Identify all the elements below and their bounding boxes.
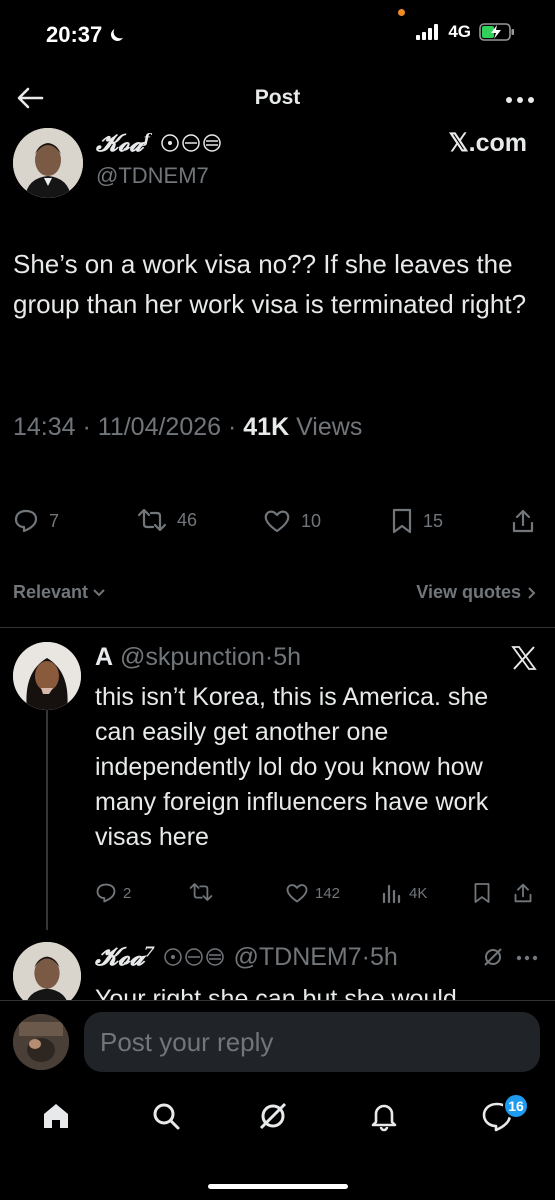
- source-label: 𝕏.com: [448, 129, 528, 157]
- reply2-text: Your right she can but she would: [95, 985, 457, 1000]
- post-actions: 7 46 10 15: [13, 508, 543, 538]
- reply-input[interactable]: Post your reply: [84, 1012, 540, 1072]
- network-label: 4G: [448, 22, 471, 41]
- views-label: Views: [289, 413, 363, 441]
- grok-icon: [259, 1102, 287, 1130]
- status-indicators: 4G: [416, 22, 515, 42]
- reply-button[interactable]: 7: [13, 508, 59, 534]
- share-button[interactable]: [511, 508, 535, 534]
- avatar-image: [13, 1014, 69, 1070]
- x-logo-icon: [511, 646, 537, 670]
- reply2-author-handle[interactable]: @TDNEM7: [233, 943, 361, 971]
- repost-count: 46: [177, 509, 198, 530]
- reply-like-count: 142: [315, 884, 341, 902]
- bookmark-count: 15: [423, 510, 444, 531]
- reply-author-handle[interactable]: @skpunction: [120, 643, 265, 671]
- more-icon: [506, 97, 534, 103]
- heart-icon: [264, 510, 290, 533]
- bookmark-icon: [392, 508, 412, 534]
- page-title: Post: [254, 86, 301, 109]
- search-icon: [153, 1103, 180, 1130]
- author-handle[interactable]: @TDNEM7: [96, 163, 209, 189]
- reply-reply-button[interactable]: 2: [95, 882, 131, 904]
- reply-views-count: 4K: [409, 884, 428, 902]
- chevron-right-icon: [528, 586, 536, 599]
- reply-like-button[interactable]: 142: [285, 882, 340, 904]
- clock-text: 20:37: [46, 22, 103, 47]
- post-timestamp: 14:34 · 11/04/2026 ·: [13, 413, 244, 441]
- bottom-nav: [0, 1090, 555, 1150]
- like-button[interactable]: 10: [263, 508, 321, 534]
- repost-icon: [189, 883, 213, 901]
- avatar-image: [13, 642, 81, 710]
- share-icon: [512, 509, 534, 533]
- grok-icon: [484, 948, 502, 966]
- reply2-time: ·5h: [361, 942, 398, 971]
- my-avatar[interactable]: [13, 1014, 69, 1070]
- repost-icon: [137, 508, 167, 532]
- battery-charging-icon: [479, 23, 514, 41]
- repost-button[interactable]: 46: [137, 508, 197, 532]
- post-meta: 14:34 · 11/04/2026 · 41K Views: [13, 413, 362, 442]
- reply-header: A @skpunction·5h: [95, 643, 301, 672]
- reply-icon: [96, 883, 116, 903]
- reply2-more-button[interactable]: [516, 955, 538, 961]
- reply-share-button[interactable]: [513, 882, 533, 904]
- signal-icon: [416, 24, 439, 40]
- reply-author-name[interactable]: A: [95, 643, 113, 671]
- reply-time: ·5h: [264, 643, 302, 671]
- like-count: 10: [301, 510, 322, 531]
- reply2-header: 𝓚𝓸𝓪⁷ @TDNEM7·5h: [95, 942, 398, 972]
- reply-input-placeholder: Post your reply: [100, 1026, 274, 1057]
- home-indicator: [208, 1184, 348, 1189]
- grok-button[interactable]: [482, 946, 504, 968]
- nav-home[interactable]: [40, 1100, 72, 1132]
- messages-badge: 16: [503, 1093, 529, 1119]
- home-icon: [44, 1104, 68, 1128]
- more-icon: [516, 955, 538, 961]
- thread-line: [46, 710, 48, 930]
- moon-icon: [111, 29, 124, 41]
- reply-bookmark-button[interactable]: [473, 882, 491, 904]
- reply2-author-name[interactable]: 𝓚𝓸𝓪⁷: [95, 942, 155, 972]
- chevron-down-icon: [93, 588, 105, 596]
- views-count: 41K: [243, 413, 290, 441]
- reply-count: 7: [49, 510, 60, 531]
- nav-grok[interactable]: [257, 1100, 289, 1132]
- more-options-button[interactable]: [505, 96, 535, 104]
- emoji-badges-icon: [161, 133, 221, 152]
- reply-views-button[interactable]: 4K: [381, 882, 427, 904]
- status-time: 20:37: [46, 22, 126, 48]
- post-text: She’s on a work visa no?? If she leaves …: [13, 249, 527, 319]
- nav-notifications[interactable]: [368, 1100, 400, 1132]
- reply-actions: 2 142 4K: [95, 882, 535, 908]
- nav-search[interactable]: [150, 1100, 182, 1132]
- heart-icon: [286, 884, 308, 903]
- reply-icon: [14, 509, 38, 533]
- reply-repost-button[interactable]: [189, 882, 219, 902]
- sort-label: Relevant: [13, 582, 89, 602]
- bookmark-button[interactable]: 15: [391, 508, 443, 534]
- view-quotes-link[interactable]: View quotes: [416, 582, 537, 603]
- reply-text: this isn’t Korea, this is America. she c…: [95, 683, 489, 851]
- analytics-icon: [382, 884, 401, 904]
- divider: [0, 627, 555, 628]
- bookmark-icon: [474, 883, 490, 903]
- sort-dropdown[interactable]: Relevant: [13, 582, 106, 603]
- privacy-indicator: [398, 9, 405, 16]
- bell-icon: [371, 1104, 397, 1132]
- share-icon: [514, 883, 532, 903]
- view-quotes-label: View quotes: [416, 582, 521, 602]
- avatar-image: [13, 128, 83, 198]
- reply-avatar[interactable]: [13, 642, 81, 710]
- x-logo-button[interactable]: [511, 645, 537, 671]
- author-name[interactable]: 𝓚𝓸𝓪ᶠ: [96, 128, 150, 157]
- author-name-row: 𝓚𝓸𝓪ᶠ: [96, 128, 222, 157]
- emoji-badges-icon: [164, 948, 225, 966]
- reply-reply-count: 2: [123, 884, 132, 902]
- author-avatar[interactable]: [13, 128, 83, 198]
